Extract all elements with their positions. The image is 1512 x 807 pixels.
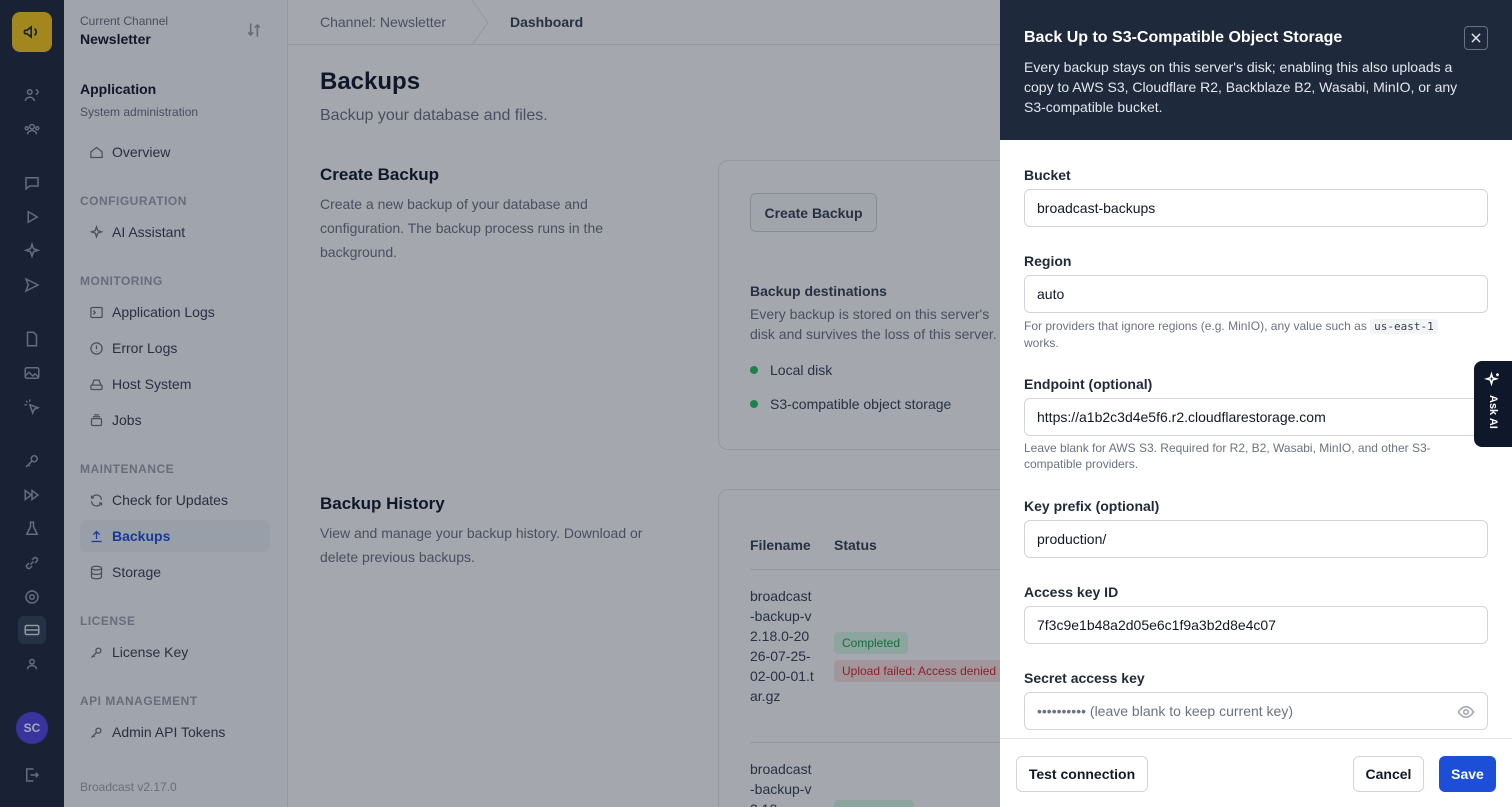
bucket-input[interactable]: broadcast-backups xyxy=(1024,189,1488,227)
save-button[interactable]: Save xyxy=(1439,756,1496,792)
region-input[interactable]: auto xyxy=(1024,275,1488,313)
region-help-text: For providers that ignore regions (e.g. … xyxy=(1024,319,1367,333)
endpoint-input[interactable]: https://a1b2c3d4e5f6.r2.cloudflarestorag… xyxy=(1024,398,1488,436)
drawer-title: Back Up to S3-Compatible Object Storage xyxy=(1024,29,1343,46)
key-prefix-label: Key prefix (optional) xyxy=(1024,498,1160,514)
drawer-footer: Test connection Cancel Save xyxy=(1000,738,1512,807)
secret-key-input[interactable]: •••••••••• (leave blank to keep current … xyxy=(1024,692,1488,730)
test-connection-button[interactable]: Test connection xyxy=(1016,756,1148,792)
cancel-button[interactable]: Cancel xyxy=(1353,756,1424,792)
eye-icon[interactable] xyxy=(1457,703,1475,721)
s3-settings-drawer: Back Up to S3-Compatible Object Storage … xyxy=(1000,0,1512,807)
drawer-description: Every backup stays on this server's disk… xyxy=(1024,59,1458,115)
drawer-body: Bucket broadcast-backups Region auto For… xyxy=(1000,140,1512,738)
secret-key-placeholder: •••••••••• (leave blank to keep current … xyxy=(1037,703,1294,719)
ask-ai-button[interactable]: Ask AI xyxy=(1474,361,1512,447)
modal-overlay[interactable] xyxy=(0,0,1000,807)
region-help-text-end: works. xyxy=(1024,336,1059,350)
region-help: For providers that ignore regions (e.g. … xyxy=(1024,318,1464,351)
drawer-header: Back Up to S3-Compatible Object Storage … xyxy=(1000,0,1512,140)
endpoint-help: Leave blank for AWS S3. Required for R2,… xyxy=(1024,441,1431,471)
region-help-code: us-east-1 xyxy=(1370,319,1438,334)
sparkle-icon xyxy=(1484,371,1499,387)
endpoint-label: Endpoint (optional) xyxy=(1024,376,1153,392)
region-label: Region xyxy=(1024,253,1072,269)
access-key-label: Access key ID xyxy=(1024,584,1119,600)
secret-key-label: Secret access key xyxy=(1024,670,1145,686)
bucket-label: Bucket xyxy=(1024,167,1071,183)
app-root: SC Current Channel Newsletter Applicatio… xyxy=(0,0,1512,807)
ask-ai-label: Ask AI xyxy=(1487,395,1499,429)
access-key-input[interactable]: 7f3c9e1b48a2d05e6c1f9a3b2d8e4c07 xyxy=(1024,606,1488,644)
key-prefix-input[interactable]: production/ xyxy=(1024,520,1488,558)
close-icon[interactable] xyxy=(1464,26,1488,50)
